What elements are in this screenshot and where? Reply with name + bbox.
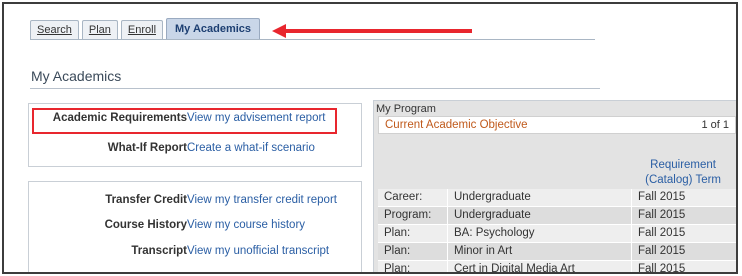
row-type: Career: <box>378 189 448 206</box>
page-count: 1 of 1 <box>701 119 729 131</box>
transfer-credit-label: Transfer Credit <box>105 194 187 206</box>
tab-search[interactable]: Search <box>30 20 79 40</box>
transfer-credit-row: Transfer Credit View my transfer credit … <box>29 194 363 214</box>
requirement-header-line2: (Catalog) Term <box>645 174 721 186</box>
tab-underline <box>30 39 595 40</box>
my-program-label: My Program <box>376 103 436 115</box>
tab-enroll[interactable]: Enroll <box>120 20 164 40</box>
transcript-label: Transcript <box>131 245 187 257</box>
title-divider <box>30 88 600 89</box>
transcript-link[interactable]: View my unofficial transcript <box>187 245 329 257</box>
course-history-row: Course History View my course history <box>29 219 363 239</box>
tab-my-academics[interactable]: My Academics <box>166 18 261 40</box>
row-value: Undergraduate <box>448 207 632 224</box>
page-title: My Academics <box>31 68 122 84</box>
row-type: Plan: <box>378 243 448 260</box>
table-row: Plan: BA: Psychology Fall 2015 <box>378 225 736 243</box>
transcript-row: Transcript View my unofficial transcript <box>29 245 363 265</box>
tab-bar: Search Plan Enroll My Academics <box>30 18 263 40</box>
row-term: Fall 2015 <box>638 245 686 257</box>
row-value: Minor in Art <box>448 243 632 260</box>
table-row: Plan: Minor in Art Fall 2015 <box>378 243 736 261</box>
row-value: Cert in Digital Media Art <box>448 261 632 272</box>
course-history-label: Course History <box>104 219 187 231</box>
objective-title: Current Academic Objective <box>385 119 528 131</box>
program-grid: Career: Undergraduate Fall 2015 Program:… <box>378 189 736 274</box>
row-term: Fall 2015 <box>638 227 686 239</box>
objective-header: Current Academic Objective 1 of 1 <box>378 116 736 134</box>
row-type: Program: <box>378 207 448 224</box>
what-if-label: What-If Report <box>107 142 187 154</box>
table-row: Plan: Cert in Digital Media Art Fall 201… <box>378 261 736 274</box>
annotation-arrow-icon <box>272 24 472 38</box>
my-program-panel: My Program Current Academic Objective 1 … <box>373 100 736 274</box>
row-term: Fall 2015 <box>638 191 686 203</box>
row-type: Plan: <box>378 261 448 272</box>
content-frame: Search Plan Enroll My Academics My Acade… <box>2 2 738 274</box>
row-term: Fall 2015 <box>638 209 686 221</box>
course-history-link[interactable]: View my course history <box>187 219 305 231</box>
annotation-highlight-box <box>32 108 337 134</box>
row-value: Undergraduate <box>448 189 632 206</box>
records-panel: Transfer Credit View my transfer credit … <box>28 181 363 272</box>
table-row: Career: Undergraduate Fall 2015 <box>378 189 736 207</box>
table-row: Program: Undergraduate Fall 2015 <box>378 207 736 225</box>
requirement-term-header[interactable]: Requirement (Catalog) Term <box>645 158 721 188</box>
requirement-header-line1: Requirement <box>650 159 716 171</box>
row-type: Plan: <box>378 225 448 242</box>
what-if-row: What-If Report Create a what-if scenario <box>29 142 363 162</box>
transfer-credit-link[interactable]: View my transfer credit report <box>187 194 337 206</box>
row-term: Fall 2015 <box>638 263 686 274</box>
row-value: BA: Psychology <box>448 225 632 242</box>
tab-plan[interactable]: Plan <box>81 20 118 40</box>
what-if-link[interactable]: Create a what-if scenario <box>187 142 315 154</box>
